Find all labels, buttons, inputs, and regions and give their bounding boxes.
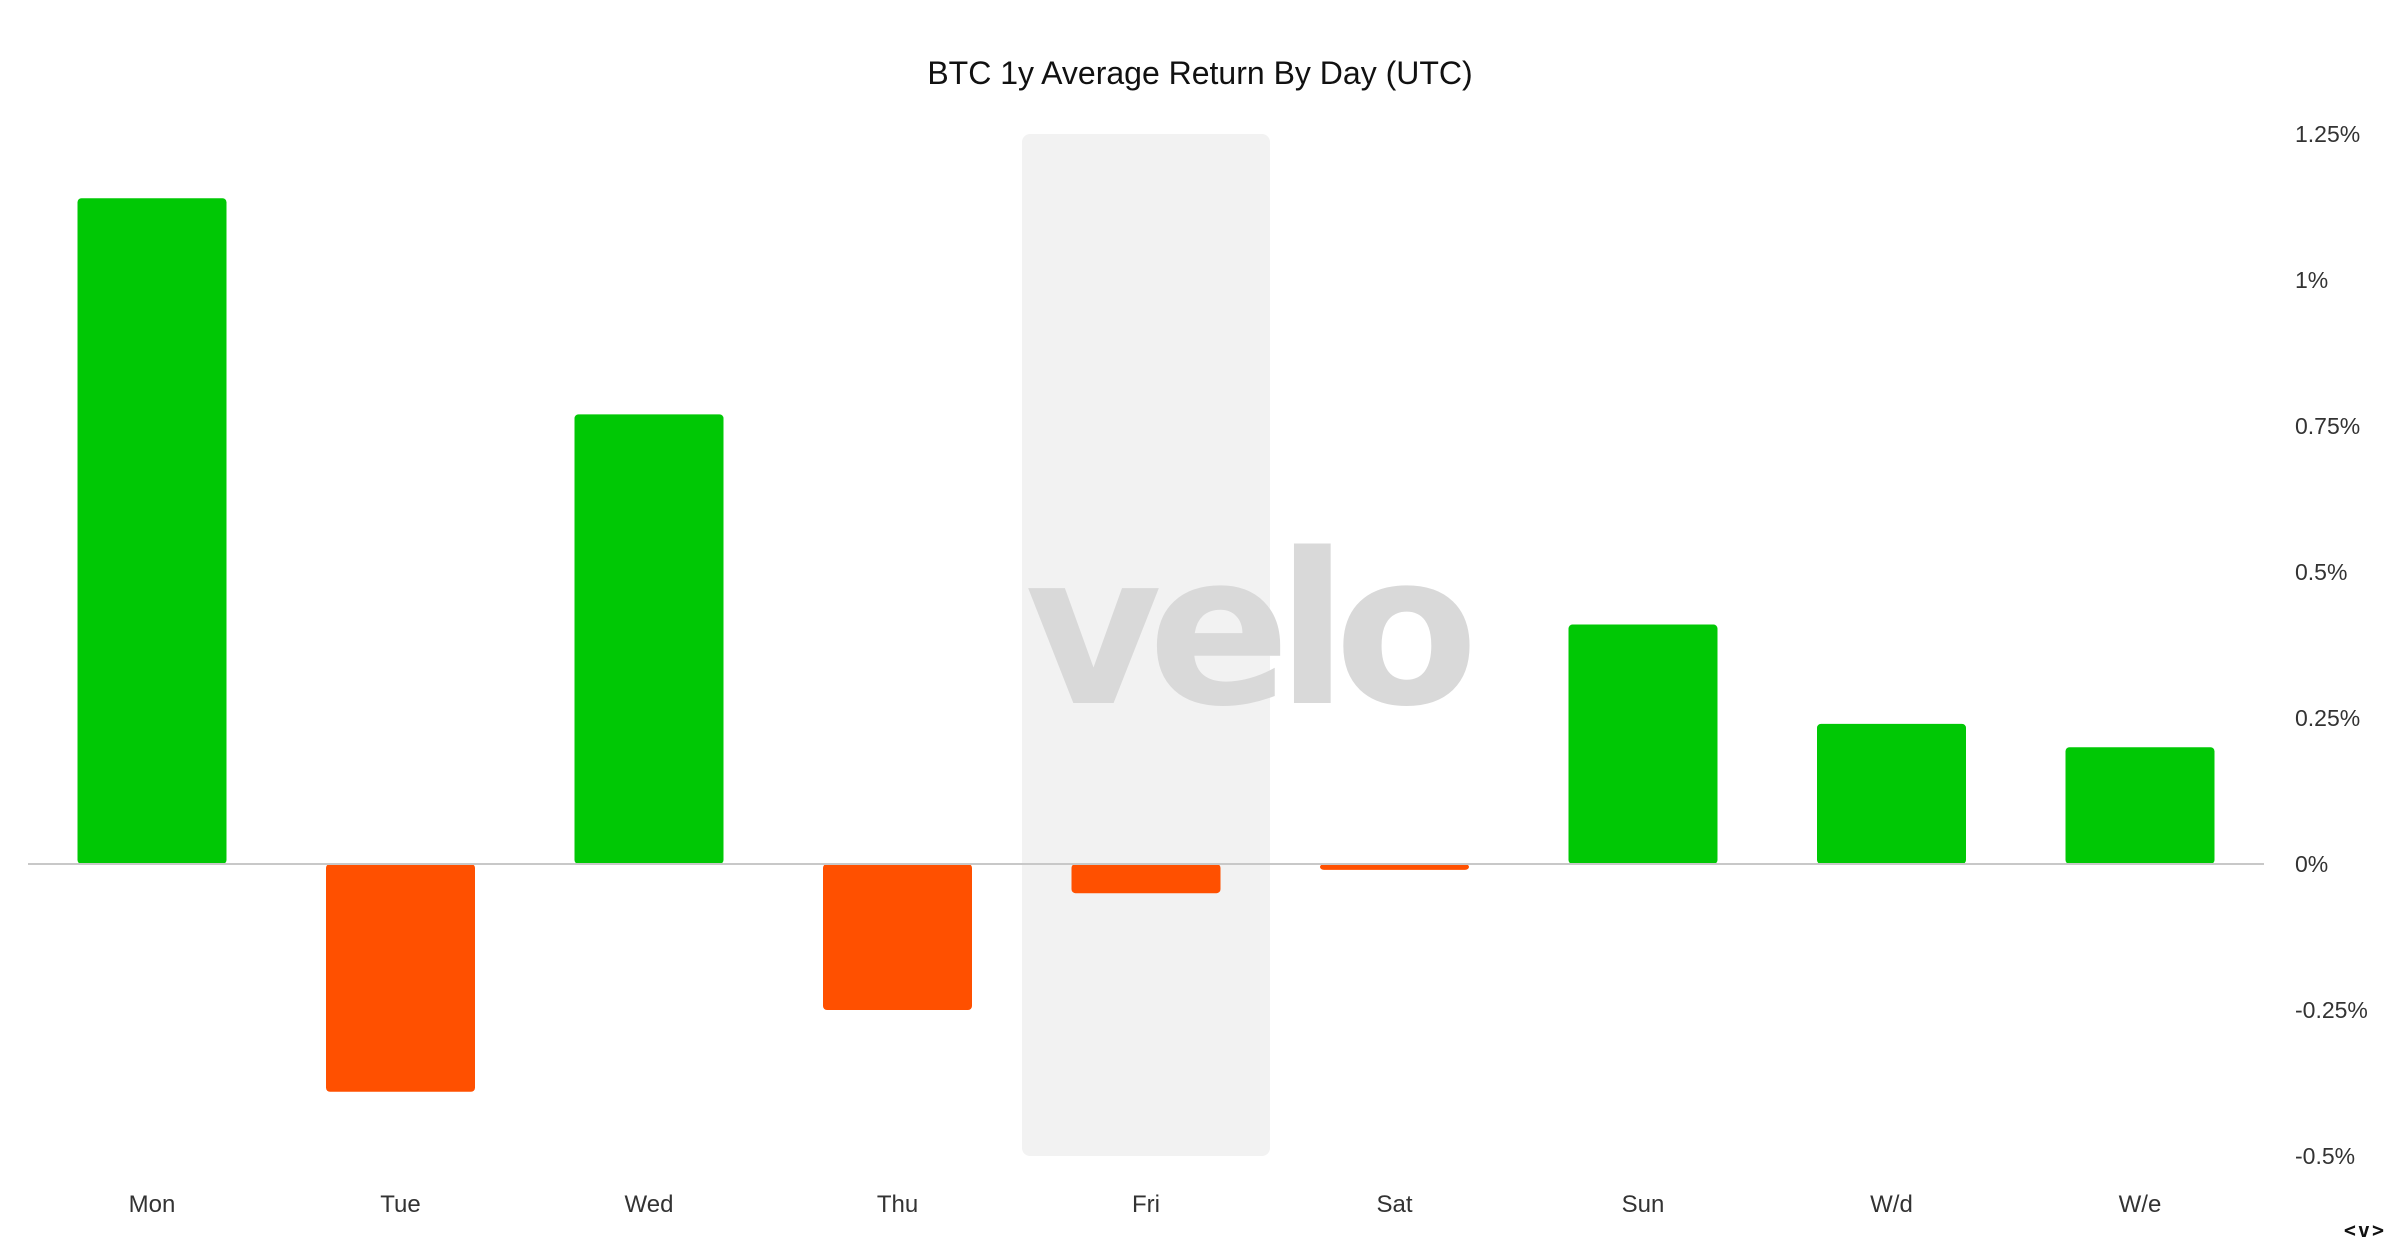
bar-sun[interactable] xyxy=(1568,624,1718,864)
y-tick-label: 0.75% xyxy=(2295,413,2360,439)
chart-title: BTC 1y Average Return By Day (UTC) xyxy=(927,55,1472,91)
x-tick-label: W/e xyxy=(2119,1191,2162,1218)
bar-w-d[interactable] xyxy=(1817,723,1966,864)
x-tick-label: Sun xyxy=(1622,1191,1665,1218)
watermark: velo xyxy=(1025,508,1470,753)
bar-mon[interactable] xyxy=(77,198,227,865)
bar-chart: velo 1.25%1%0.75%0.5%0.25%0%-0.25%-0.5% … xyxy=(28,55,2368,1218)
bar-w-e[interactable] xyxy=(2065,747,2215,864)
velo-logo-icon[interactable]: <v> xyxy=(2344,1218,2386,1242)
bar-thu[interactable] xyxy=(823,864,972,1010)
y-tick-label: -0.5% xyxy=(2295,1143,2355,1169)
x-tick-label: Wed xyxy=(625,1191,674,1218)
y-tick-label: 0.25% xyxy=(2295,705,2360,731)
bar-fri[interactable] xyxy=(1071,864,1221,894)
x-tick-label: Sat xyxy=(1376,1191,1412,1218)
x-tick-label: Tue xyxy=(380,1191,420,1218)
y-tick-label: -0.25% xyxy=(2295,997,2368,1023)
y-tick-label: 0% xyxy=(2295,851,2328,877)
x-tick-label: Fri xyxy=(1132,1191,1160,1218)
x-tick-label: Thu xyxy=(877,1191,918,1218)
y-tick-label: 1% xyxy=(2295,267,2328,293)
x-tick-label: W/d xyxy=(1870,1191,1913,1218)
bar-wed[interactable] xyxy=(574,414,724,864)
y-tick-label: 0.5% xyxy=(2295,559,2347,585)
bar-tue[interactable] xyxy=(326,864,475,1092)
x-tick-label: Mon xyxy=(129,1191,176,1218)
y-tick-label: 1.25% xyxy=(2295,121,2360,147)
